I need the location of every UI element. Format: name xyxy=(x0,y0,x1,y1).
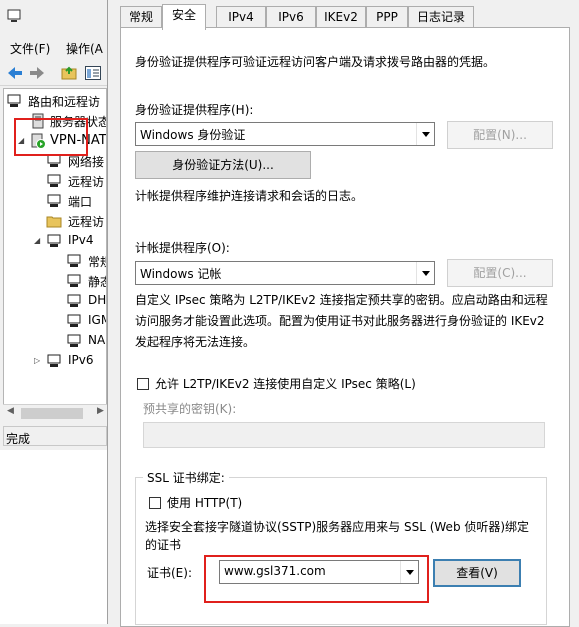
ipv4-icon xyxy=(47,234,61,247)
auth-provider-label: 身份验证提供程序(H): xyxy=(135,103,254,117)
accounting-desc-text: 计帐提供程序维护连接请求和会话的日志。 xyxy=(135,189,364,203)
up-folder-icon[interactable] xyxy=(60,64,78,82)
tree-label: 网络接 xyxy=(68,155,105,169)
properties-dialog: 常规 安全 IPv4 IPv6 IKEv2 PPP 日志记录 身份验证提供程序可… xyxy=(108,0,579,627)
tree-label: 远程访 xyxy=(68,175,105,189)
accounting-provider-value: Windows 记帐 xyxy=(140,267,222,281)
tab-general[interactable]: 常规 xyxy=(120,6,162,28)
auth-provider-select[interactable]: Windows 身份验证 xyxy=(135,122,435,146)
scroll-thumb[interactable] xyxy=(21,408,83,419)
tree-label-server: VPN-NAT xyxy=(50,133,107,148)
network-icon xyxy=(47,154,61,167)
tab-strip: 常规 安全 IPv4 IPv6 IKEv2 PPP 日志记录 xyxy=(120,4,579,30)
nat-icon xyxy=(67,334,81,347)
chevron-down-icon[interactable] xyxy=(400,561,418,583)
tree-label: 静态 xyxy=(88,275,106,289)
chevron-down-icon[interactable] xyxy=(416,123,434,145)
static-route-icon xyxy=(67,274,81,287)
tab-ipv4[interactable]: IPv4 xyxy=(216,6,266,28)
ipsec-desc-line1: 自定义 IPsec 策略为 L2TP/IKEv2 连接指定预共享的密钥。应启动路… xyxy=(135,293,548,307)
ports-icon xyxy=(47,194,61,207)
tree-label: 远程访 xyxy=(68,215,105,229)
tree-label-root: 路由和远程访 xyxy=(28,95,101,109)
dhcp-icon xyxy=(67,294,81,307)
scroll-left-icon[interactable]: ◀ xyxy=(7,406,14,416)
horizontal-scrollbar[interactable]: ◀ ▶ xyxy=(3,404,107,422)
use-http-label: 使用 HTTP(T) xyxy=(167,496,243,510)
cert-value: www.gsl371.com xyxy=(224,564,326,578)
menu-bar: 文件(F) 操作(A xyxy=(0,38,107,58)
back-arrow-icon[interactable] xyxy=(6,64,24,82)
tree-label: IPv6 xyxy=(68,353,94,367)
accounting-config-button[interactable]: 配置(C)... xyxy=(447,259,553,287)
general-icon xyxy=(67,254,81,267)
expand-arrow-icon[interactable]: ▷ xyxy=(34,356,40,365)
scroll-right-icon[interactable]: ▶ xyxy=(97,406,104,416)
tree-label-server-status: 服务器状态 xyxy=(50,115,107,129)
igmp-icon xyxy=(67,314,81,327)
status-text: 完成 xyxy=(6,432,31,446)
auth-intro-text: 身份验证提供程序可验证远程访问客户端及请求拨号路由器的凭据。 xyxy=(135,55,496,69)
ipv6-icon xyxy=(47,354,61,367)
auth-methods-button[interactable]: 身份验证方法(U)... xyxy=(135,151,311,179)
psk-input[interactable] xyxy=(143,422,545,448)
desktop-area xyxy=(0,450,107,624)
tree-label: IGM xyxy=(88,313,106,327)
accounting-provider-select[interactable]: Windows 记帐 xyxy=(135,261,435,285)
sstp-desc-line1: 选择安全套接字隧道协议(SSTP)服务器应用来与 SSL (Web 侦听器)绑定 xyxy=(145,520,530,534)
allow-custom-ipsec-label: 允许 L2TP/IKEv2 连接使用自定义 IPsec 策略(L) xyxy=(155,377,416,391)
menu-action[interactable]: 操作(A xyxy=(66,40,103,57)
sstp-description: 选择安全套接字隧道协议(SSTP)服务器应用来与 SSL (Web 侦听器)绑定… xyxy=(145,518,545,554)
tree-label: NA xyxy=(88,333,106,347)
mmc-toolbar xyxy=(0,60,107,86)
tab-logging[interactable]: 日志记录 xyxy=(408,6,474,28)
remote-client-icon xyxy=(47,174,61,187)
tree-label: 端口 xyxy=(68,195,93,209)
collapse-arrow-icon[interactable]: ◢ xyxy=(34,236,40,245)
view-cert-button[interactable]: 查看(V) xyxy=(433,559,521,587)
chevron-down-icon[interactable] xyxy=(416,262,434,284)
computer-icon xyxy=(7,94,21,107)
tree-label: IPv4 xyxy=(68,233,94,247)
psk-label: 预共享的密钥(K): xyxy=(143,402,237,416)
server-status-icon xyxy=(32,113,44,129)
security-tab-panel: 身份验证提供程序可验证远程访问客户端及请求拨号路由器的凭据。 身份验证提供程序(… xyxy=(120,27,570,627)
tab-ipv6[interactable]: IPv6 xyxy=(266,6,316,28)
forward-arrow-icon[interactable] xyxy=(28,64,46,82)
cert-select[interactable]: www.gsl371.com xyxy=(219,560,419,584)
ipsec-description: 自定义 IPsec 策略为 L2TP/IKEv2 连接指定预共享的密钥。应启动路… xyxy=(135,290,565,353)
ipsec-desc-line3: 发起程序将无法连接。 xyxy=(135,335,256,349)
app-icon xyxy=(7,9,21,22)
use-http-checkbox[interactable] xyxy=(149,497,161,509)
collapse-arrow-icon[interactable]: ◢ xyxy=(18,136,24,145)
ipsec-desc-line2: 访问服务才能设置此选项。配置为使用证书对此服务器进行身份验证的 IKEv2 xyxy=(135,314,545,328)
cert-label: 证书(E): xyxy=(147,566,192,580)
tab-ikev2[interactable]: IKEv2 xyxy=(316,6,366,28)
tree-label: 常规 xyxy=(88,255,106,269)
allow-custom-ipsec-checkbox[interactable] xyxy=(137,378,149,390)
auth-config-button[interactable]: 配置(N)... xyxy=(447,121,553,149)
sstp-desc-line2: 的证书 xyxy=(145,538,182,552)
menu-file[interactable]: 文件(F) xyxy=(10,40,50,57)
server-running-icon xyxy=(31,133,46,149)
tab-ppp[interactable]: PPP xyxy=(366,6,408,28)
tab-security[interactable]: 安全 xyxy=(162,4,206,30)
show-tree-icon[interactable] xyxy=(84,64,102,82)
folder-icon xyxy=(46,216,62,228)
auth-provider-value: Windows 身份验证 xyxy=(140,128,246,142)
status-bar: 完成 xyxy=(3,426,107,446)
accounting-provider-label: 计帐提供程序(O): xyxy=(135,241,230,255)
mmc-window: 文件(F) 操作(A 路由和远程访 服务器状态 ◢ VPN-NAT 网络接 远程… xyxy=(0,0,108,624)
tree-label: DH xyxy=(88,293,107,307)
console-tree: 路由和远程访 服务器状态 ◢ VPN-NAT 网络接 远程访 端口 远程访 ◢ … xyxy=(3,88,107,422)
ssl-group-title: SSL 证书绑定: xyxy=(143,469,229,486)
